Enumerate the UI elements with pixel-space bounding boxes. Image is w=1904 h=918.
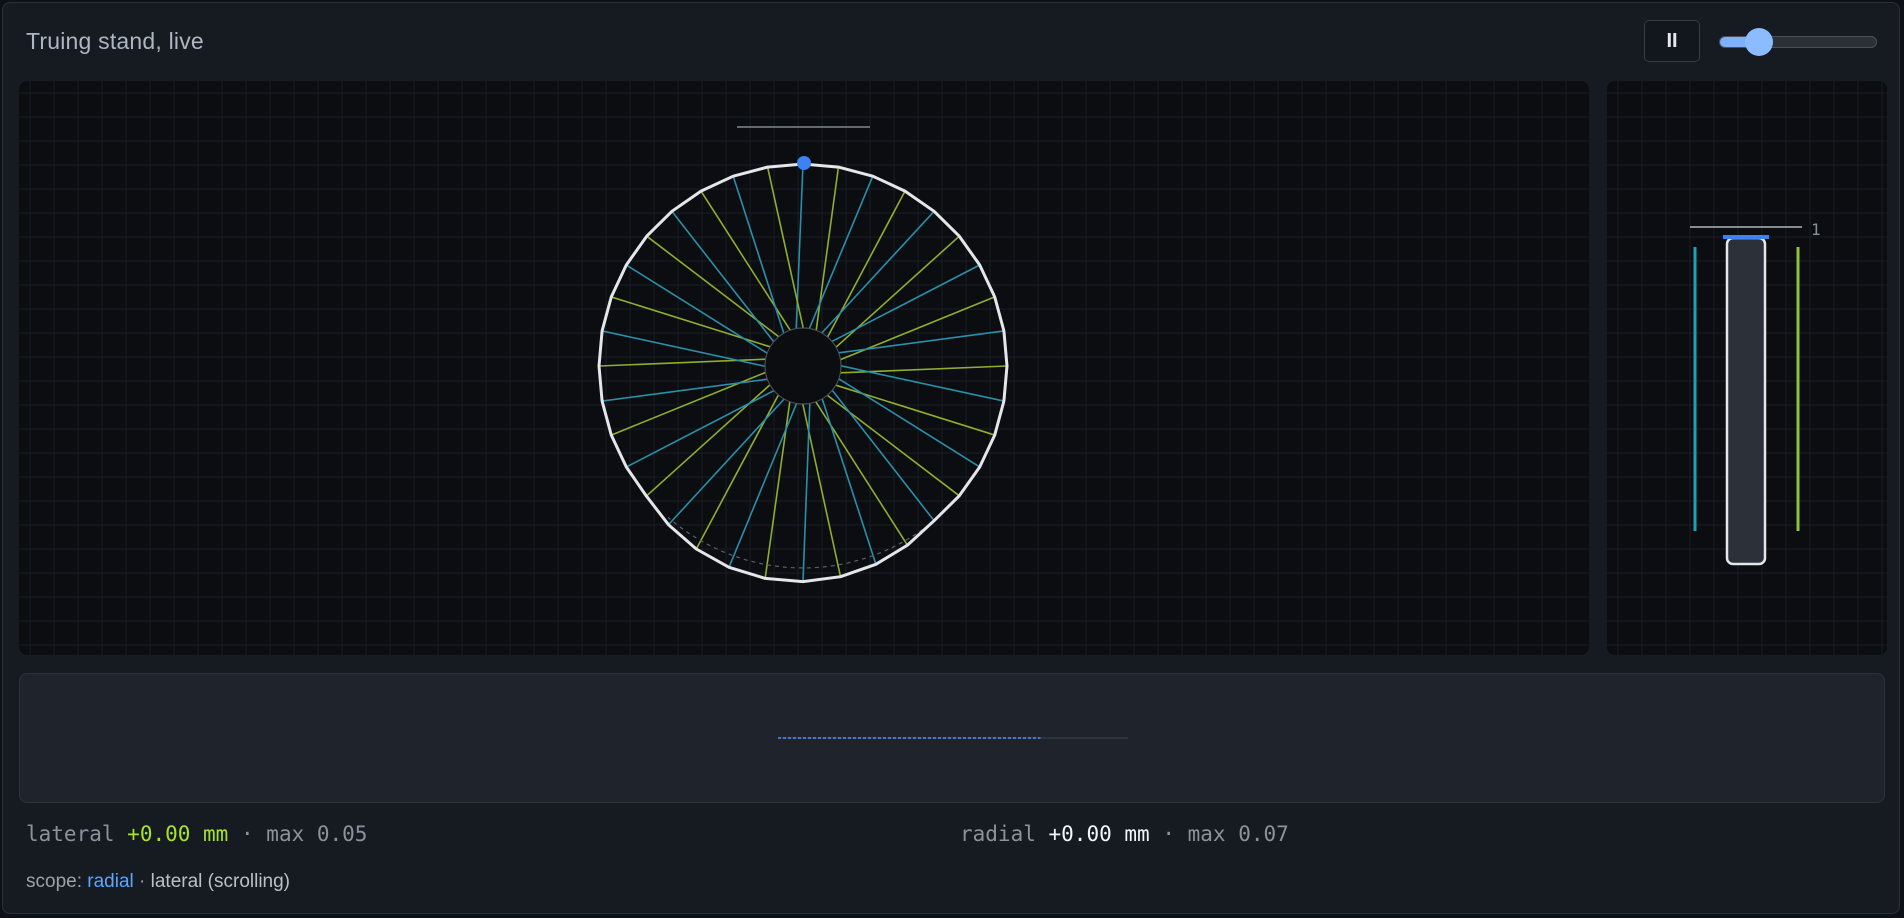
radial-label: radial (960, 822, 1036, 846)
wheel-view (19, 81, 1589, 655)
lateral-readout: lateral +0.00 mm · max 0.05 (26, 822, 367, 846)
lateral-sep: · (240, 822, 254, 846)
scope-mode-lateral[interactable]: lateral (scrolling) (151, 871, 290, 892)
spoke (601, 378, 768, 402)
spoke (821, 210, 935, 334)
scope-panel (19, 673, 1885, 803)
slider-track[interactable] (1719, 36, 1877, 48)
rim-side-profile (1725, 236, 1767, 566)
spoke (732, 175, 785, 334)
side-view-panel: 1 (1607, 81, 1887, 655)
valve-marker[interactable] (797, 156, 811, 170)
lateral-max: max 0.05 (266, 822, 368, 846)
scope-mode-radial[interactable]: radial (87, 871, 133, 892)
wheel-hub (764, 327, 842, 405)
spoke (728, 403, 798, 568)
scope-sep: · (139, 871, 146, 892)
page-title: Truing stand, live (26, 28, 204, 54)
scope-trace (778, 737, 1128, 739)
slider-thumb[interactable] (1744, 28, 1773, 56)
pause-button[interactable]: II (1644, 20, 1700, 62)
speed-slider[interactable] (1719, 28, 1877, 56)
radial-sep: · (1162, 822, 1175, 846)
ideal-rim-outline (667, 508, 948, 569)
pause-icon: II (1666, 29, 1678, 52)
spoke (831, 264, 981, 343)
spoke (838, 330, 1005, 354)
radial-max: max 0.07 (1187, 822, 1289, 846)
scope-prefix: scope: (26, 871, 82, 892)
scope-mode-footer: scope: radial · lateral (scrolling) (26, 871, 290, 893)
spoke (808, 175, 874, 329)
radial-readout: radial +0.00 mm · max 0.07 (960, 822, 1289, 846)
radial-value: +0.00 mm (1048, 822, 1150, 846)
spoke (802, 403, 811, 582)
lateral-value: +0.00 mm (127, 822, 229, 846)
spoke (821, 398, 877, 565)
lateral-label: lateral (26, 822, 115, 846)
side-view: 1 (1607, 81, 1887, 655)
wheel-view-panel (19, 81, 1589, 655)
spoke (671, 210, 775, 343)
tick-label: 1 (1811, 220, 1821, 239)
